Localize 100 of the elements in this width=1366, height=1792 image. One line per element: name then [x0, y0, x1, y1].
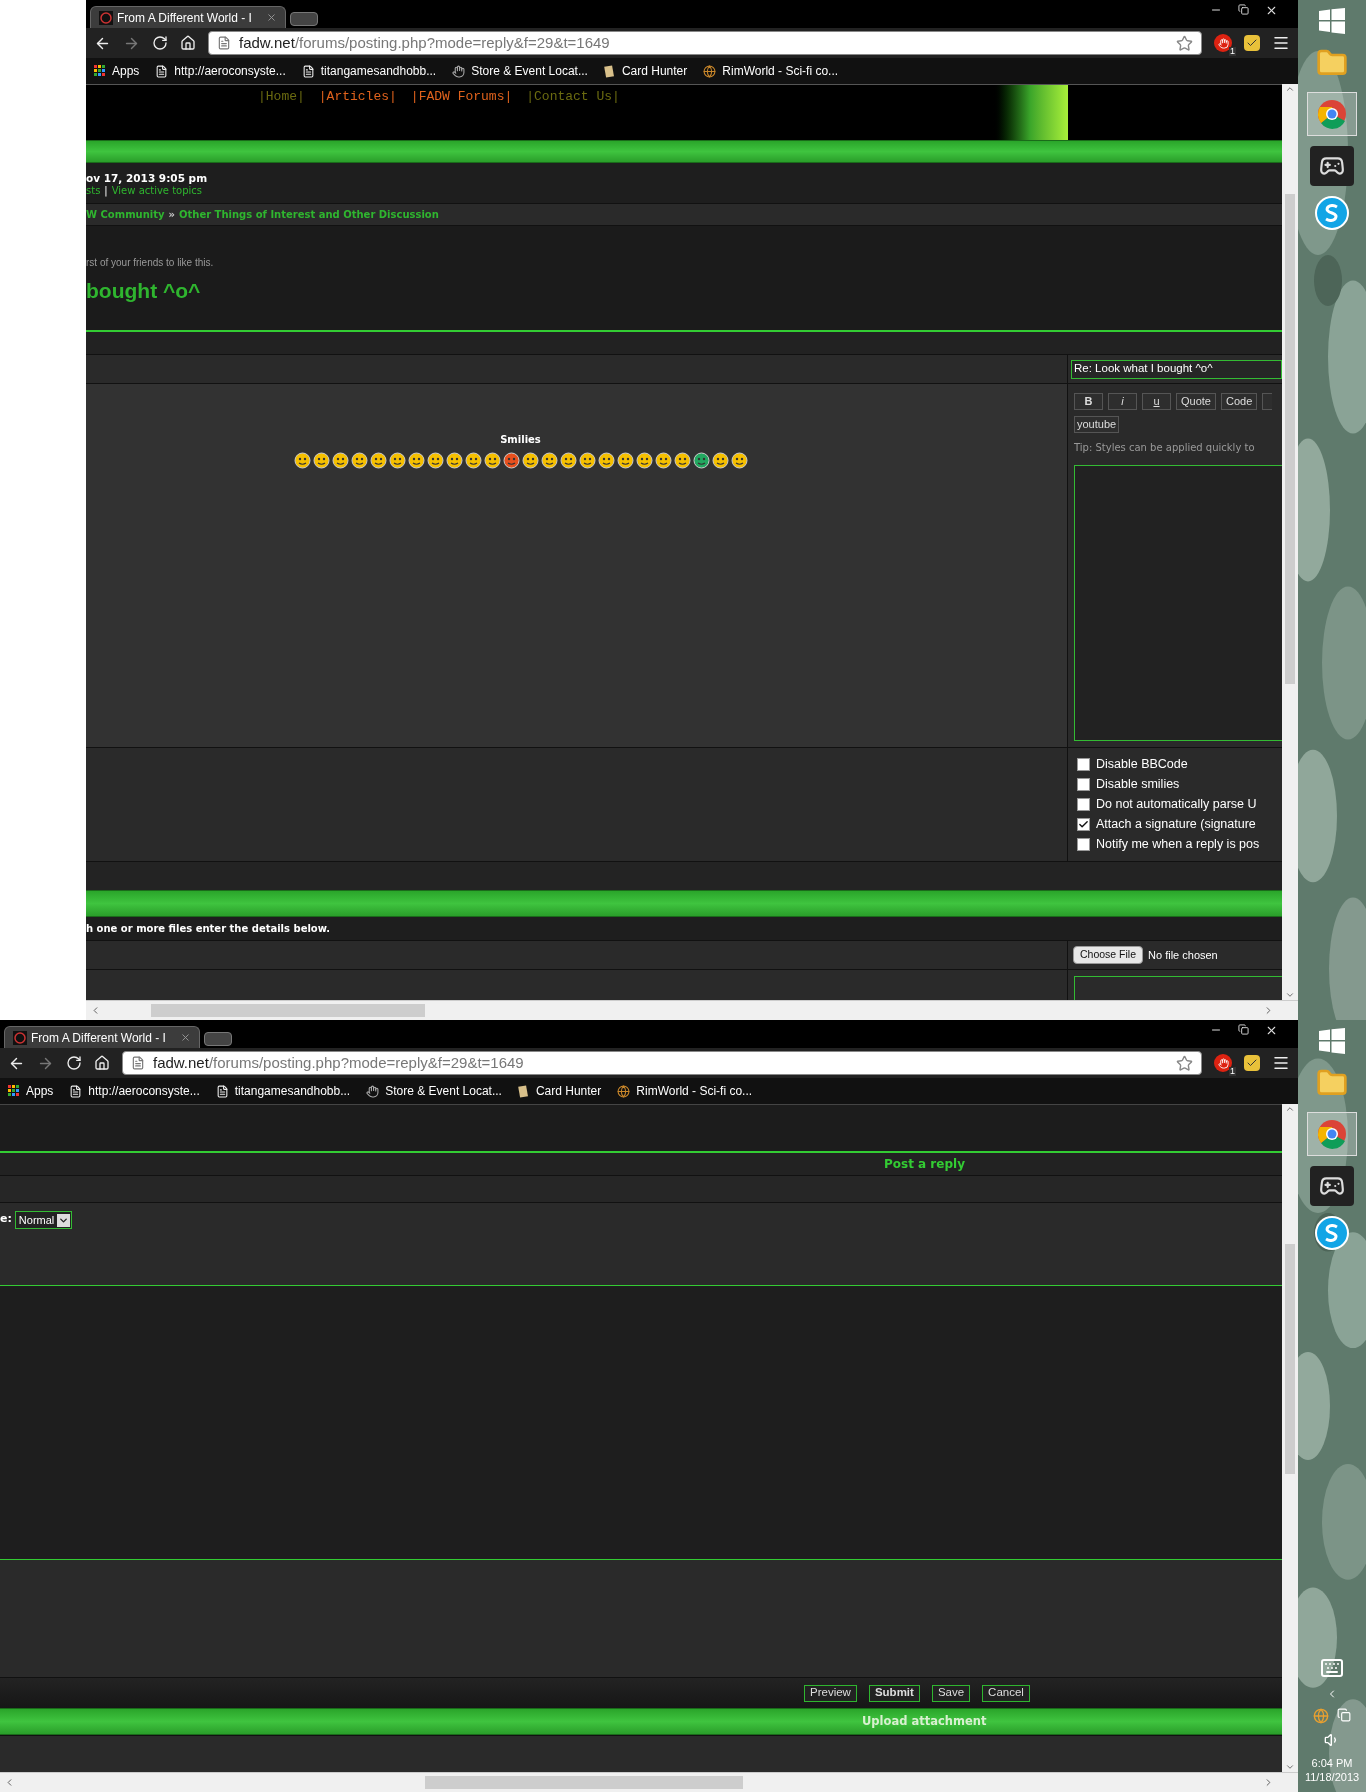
format-button[interactable]: B [1074, 393, 1103, 410]
subject-field[interactable]: Re: Look what I bought ^o^ [1071, 359, 1282, 379]
bookmark-item[interactable]: titangamesandhobb... [301, 62, 437, 80]
scroll-up-icon[interactable] [1285, 84, 1295, 94]
posts-link[interactable]: sts [86, 185, 101, 197]
smiley-icon[interactable] [616, 452, 634, 469]
smiley-icon[interactable] [426, 452, 444, 469]
scrollbar-thumb[interactable] [1285, 194, 1295, 684]
bookmark-star-icon[interactable] [1176, 1054, 1193, 1072]
smiley-icon[interactable] [597, 452, 615, 469]
choose-file-button[interactable]: Choose File [1073, 946, 1144, 964]
address-bar[interactable]: fadw.net/forums/posting.php?mode=reply&f=29&t=1649 [122, 1051, 1202, 1075]
close-icon[interactable] [1265, 4, 1278, 17]
chrome-icon[interactable] [1307, 92, 1357, 136]
option-checkbox[interactable] [1077, 777, 1090, 791]
form-button[interactable]: Cancel [982, 1684, 1030, 1702]
horizontal-scrollbar[interactable] [0, 1772, 1298, 1792]
nav-link[interactable]: |Home| [258, 87, 305, 107]
bookmark-item[interactable]: RimWorld - Sci-fi co... [617, 1082, 753, 1100]
close-tab-icon[interactable] [266, 12, 277, 23]
smiley-icon[interactable] [331, 452, 349, 469]
smiley-icon[interactable] [578, 452, 596, 469]
option-checkbox[interactable] [1077, 797, 1090, 811]
scrollbar-thumb[interactable] [1285, 1244, 1295, 1474]
smiley-icon[interactable] [350, 452, 368, 469]
smiley-icon[interactable] [369, 452, 387, 469]
smiley-icon[interactable] [502, 452, 520, 469]
option-checkbox[interactable] [1077, 757, 1090, 771]
format-button[interactable]: Code [1220, 393, 1258, 410]
clock[interactable]: 6:04 PM 11/18/2013 [1304, 1756, 1360, 1784]
close-icon[interactable] [1265, 1024, 1278, 1037]
new-tab-button[interactable] [290, 12, 318, 26]
menu-icon[interactable] [1272, 1054, 1290, 1072]
bookmark-item[interactable]: Card Hunter [517, 1082, 602, 1100]
keyboard-icon[interactable] [1320, 1656, 1344, 1680]
youtube-button[interactable]: youtube [1074, 416, 1120, 433]
reload-icon[interactable] [66, 1055, 82, 1071]
smiley-icon[interactable] [540, 452, 558, 469]
breadcrumb-link[interactable]: Other Things of Interest and Other Discussion [179, 207, 439, 222]
close-tab-icon[interactable] [180, 1032, 191, 1043]
scroll-up-icon[interactable] [1285, 1104, 1295, 1114]
nav-link[interactable]: |Contact Us| [526, 87, 620, 107]
new-tab-button[interactable] [204, 1032, 232, 1046]
smiley-icon[interactable] [673, 452, 691, 469]
smiley-icon[interactable] [521, 452, 539, 469]
extension-check-icon[interactable] [1244, 1055, 1260, 1071]
form-button[interactable]: Submit [868, 1684, 920, 1702]
nav-link[interactable]: |Articles| [318, 87, 397, 107]
browser-tab[interactable]: From A Different World - I [90, 6, 286, 28]
bookmark-item[interactable]: Apps [94, 62, 140, 80]
form-button[interactable]: Preview [804, 1684, 857, 1702]
smiley-icon[interactable] [711, 452, 729, 469]
reload-icon[interactable] [152, 35, 168, 51]
horizontal-scrollbar[interactable] [86, 1000, 1298, 1020]
bookmark-item[interactable]: RimWorld - Sci-fi co... [703, 62, 839, 80]
smiley-icon[interactable] [635, 452, 653, 469]
smiley-icon[interactable] [464, 452, 482, 469]
format-button[interactable]: i [1108, 393, 1137, 410]
format-button[interactable]: Quote [1176, 393, 1216, 410]
bookmark-item[interactable]: Store & Event Locat... [366, 1082, 502, 1100]
smiley-icon[interactable] [559, 452, 577, 469]
home-icon[interactable] [180, 35, 196, 51]
restore-icon[interactable] [1238, 1024, 1249, 1035]
smiley-icon[interactable] [312, 452, 330, 469]
chrome-icon[interactable] [1307, 1112, 1357, 1156]
bookmark-item[interactable]: Apps [8, 1082, 54, 1100]
extension-check-icon[interactable] [1244, 35, 1260, 51]
smiley-icon[interactable] [445, 452, 463, 469]
windows-logo-icon[interactable] [1319, 1028, 1345, 1054]
smiley-icon[interactable] [730, 452, 748, 469]
smiley-icon[interactable] [388, 452, 406, 469]
vertical-scrollbar[interactable] [1282, 1104, 1298, 1772]
scrollbar-thumb[interactable] [425, 1776, 743, 1789]
smiley-icon[interactable] [293, 452, 311, 469]
scroll-down-icon[interactable] [1285, 1762, 1295, 1772]
vertical-scrollbar[interactable] [1282, 84, 1298, 1000]
font-size-select[interactable]: Normal [14, 1211, 73, 1229]
bookmark-star-icon[interactable] [1176, 34, 1193, 52]
active-topics-link[interactable]: View active topics [111, 185, 203, 197]
scrollbar-thumb[interactable] [151, 1004, 425, 1017]
bookmark-item[interactable]: http://aeroconsyste... [155, 62, 286, 80]
option-checkbox[interactable] [1077, 837, 1090, 851]
browser-tab[interactable]: From A Different World - I [4, 1026, 200, 1048]
format-button[interactable]: u [1142, 393, 1171, 410]
menu-icon[interactable] [1272, 34, 1290, 52]
smiley-icon[interactable] [483, 452, 501, 469]
smiley-icon[interactable] [407, 452, 425, 469]
bookmark-item[interactable]: titangamesandhobb... [215, 1082, 351, 1100]
windows-logo-icon[interactable] [1319, 8, 1345, 34]
bookmark-item[interactable]: Card Hunter [603, 62, 688, 80]
address-bar[interactable]: fadw.net/forums/posting.php?mode=reply&f=29&t=1649 [208, 31, 1202, 55]
option-checkbox[interactable] [1077, 817, 1090, 831]
form-button[interactable]: Save [931, 1684, 971, 1702]
nav-link[interactable]: |FADW Forums| [410, 87, 513, 107]
bookmark-item[interactable]: http://aeroconsyste... [69, 1082, 200, 1100]
smiley-icon[interactable] [692, 452, 710, 469]
home-icon[interactable] [94, 1055, 110, 1071]
breadcrumb-link[interactable]: W Community [86, 207, 165, 222]
smiley-icon[interactable] [654, 452, 672, 469]
bookmark-item[interactable]: Store & Event Locat... [452, 62, 588, 80]
